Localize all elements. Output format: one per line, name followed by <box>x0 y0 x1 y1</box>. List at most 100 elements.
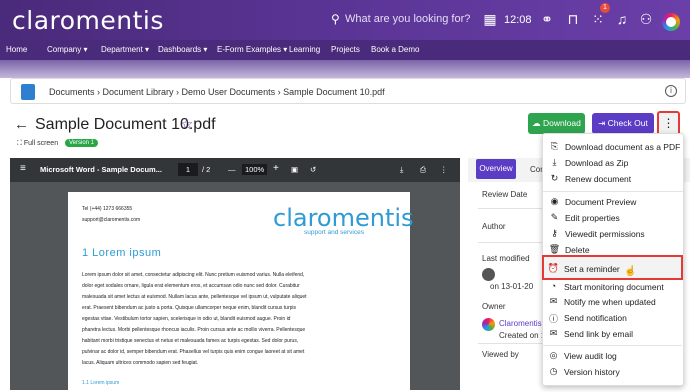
page-line: dolor eget sodales ornare, ligula erat e… <box>82 283 300 289</box>
page-heading: 1 Lorem ipsum <box>82 247 162 259</box>
search-box[interactable]: ⚲ What are you looking for? <box>331 12 471 26</box>
breadcrumb-card: Documents › Document Library › Demo User… <box>10 78 686 104</box>
menu-notify-updated[interactable]: ✉ Notify me when updated <box>547 296 679 309</box>
page-subheading: 1.1 Lorem ipsum <box>82 380 120 386</box>
author-label: Author <box>482 222 506 231</box>
viewer-more-icon[interactable]: ⋮ <box>440 165 448 174</box>
fit-page-icon[interactable]: ▣ <box>291 165 298 174</box>
menu-label: Notify me when updated <box>564 297 656 307</box>
pdf-icon: ⎘ <box>550 141 559 151</box>
star-icon[interactable]: ☆ <box>180 115 193 133</box>
pdf-viewer[interactable]: ≡ Microsoft Word - Sample Docum... 1 / 2… <box>10 158 460 392</box>
history-icon: ◷ <box>549 366 558 376</box>
breadcrumb[interactable]: Documents › Document Library › Demo User… <box>49 87 385 97</box>
email-icon: ✉ <box>549 328 558 338</box>
divider <box>478 242 548 243</box>
nav-company[interactable]: Company ▾ <box>47 45 87 54</box>
page-number-input[interactable]: 1 <box>178 163 198 176</box>
menu-divider <box>543 191 683 192</box>
page-line: pulvinar ac dolor id, semper bibendum er… <box>82 349 305 355</box>
link-icon[interactable]: ⚭ <box>537 10 557 28</box>
nav-home[interactable]: Home <box>6 45 27 54</box>
envelope-icon: ✉ <box>549 296 558 306</box>
download-button[interactable]: ☁ Download <box>528 113 585 134</box>
menu-label: Document Preview <box>565 197 637 207</box>
page-line: Lorem ipsum dolor sit amet, consectetur … <box>82 272 305 278</box>
menu-label: View audit log <box>564 351 617 361</box>
menu-edit-properties[interactable]: ✎ Edit properties <box>548 212 680 225</box>
clock-time: 12:08 <box>504 14 532 26</box>
bell-icon[interactable]: ♫ <box>612 10 632 28</box>
menu-download-pdf[interactable]: ⎘ Download document as a PDF <box>548 141 680 154</box>
notification-badge: 1 <box>600 3 610 13</box>
menu-label: Edit properties <box>565 213 620 223</box>
menu-label: Set a reminder <box>564 264 620 274</box>
trash-icon: 🗑 <box>548 244 561 254</box>
zip-download-icon: ⤓ <box>552 157 557 167</box>
menu-set-reminder[interactable]: ⏰ Set a reminder <box>547 263 679 276</box>
owner-created: Created on 1: <box>499 331 548 340</box>
menu-divider <box>542 345 682 346</box>
info-icon[interactable]: i <box>665 85 677 97</box>
full-screen-label: Full screen <box>23 140 59 147</box>
menu-view-edit-permissions[interactable]: ⚷ Viewedit permissions <box>548 228 680 241</box>
search-placeholder: What are you looking for? <box>345 13 471 25</box>
nav-eform-examples[interactable]: E-Form Examples ▾ <box>217 45 287 54</box>
nav-department[interactable]: Department ▾ <box>101 45 149 54</box>
hamburger-menu-icon[interactable]: ≡ <box>20 163 26 174</box>
page-email: support@claromentis.com <box>82 217 141 223</box>
back-arrow-icon[interactable]: ← <box>14 116 29 133</box>
rotate-icon[interactable]: ↺ <box>310 165 316 174</box>
print-icon[interactable]: ⎙ <box>420 165 426 175</box>
menu-label: Download document as a PDF <box>565 142 681 152</box>
bookmark-icon[interactable]: ⊓ <box>563 10 583 28</box>
zoom-out-icon[interactable]: — <box>228 165 236 174</box>
zoom-level[interactable]: 100% <box>242 164 268 175</box>
renew-icon: ↻ <box>550 173 559 183</box>
users-icon[interactable]: ⚇ <box>636 10 656 28</box>
tab-overview[interactable]: Overview <box>476 159 516 179</box>
audit-icon: ◎ <box>549 350 558 360</box>
menu-label: Send link by email <box>564 329 633 339</box>
full-screen-link[interactable]: ⛶ Full screen <box>17 140 58 148</box>
page-line: lacus. Aliquam ultrices commodo sapien s… <box>82 360 199 366</box>
app-logo-text[interactable]: claromentis <box>12 6 164 35</box>
version-badge: Version 1 <box>65 139 99 147</box>
menu-view-audit-log[interactable]: ◎ View audit log <box>547 350 679 363</box>
menu-start-monitoring[interactable]: ◔ Start monitoring document <box>547 281 679 294</box>
download-icon[interactable]: ⤓ <box>400 165 403 175</box>
menu-download-zip[interactable]: ⤓ Download as Zip <box>548 157 680 170</box>
page-line: egestas vitae. Vestibulum tortor sapien,… <box>82 316 291 322</box>
nav-dashboards[interactable]: Dashboards ▾ <box>158 45 207 54</box>
nav-projects[interactable]: Projects <box>331 45 360 54</box>
calendar-icon[interactable]: ▦ <box>480 10 500 28</box>
check-out-label: Check Out <box>607 118 648 128</box>
menu-label: Viewedit permissions <box>565 229 645 239</box>
pdf-filename: Microsoft Word - Sample Docum... <box>40 165 162 174</box>
divider <box>478 343 548 344</box>
check-out-button[interactable]: ⇥ Check Out <box>592 113 654 134</box>
notification-icon: ⓘ <box>548 314 558 324</box>
menu-document-preview[interactable]: ◉ Document Preview <box>548 196 680 209</box>
menu-label: Download as Zip <box>565 158 629 168</box>
header-banner <box>0 60 690 78</box>
nav-book-demo[interactable]: Book a Demo <box>371 45 419 54</box>
download-cloud-icon: ☁ <box>532 118 544 128</box>
pdf-toolbar: ≡ Microsoft Word - Sample Docum... 1 / 2… <box>10 158 460 182</box>
menu-version-history[interactable]: ◷ Version history <box>547 366 679 379</box>
alarm-clock-icon: ⏰ <box>547 263 560 273</box>
menu-send-link-email[interactable]: ✉ Send link by email <box>547 328 679 341</box>
zoom-in-icon[interactable]: + <box>273 163 279 174</box>
menu-send-notification[interactable]: ⓘ Send notification <box>547 312 679 325</box>
nav-learning[interactable]: Learning <box>289 45 320 54</box>
menu-renew-document[interactable]: ↻ Renew document <box>548 173 680 186</box>
pdf-page: Tel (+44) 1273 666355 support@claromenti… <box>68 192 414 392</box>
page-line: erat. Praesent bibendum ac justo a porta… <box>82 305 297 311</box>
page-line: habitant morbi tristique senectus et net… <box>82 338 299 344</box>
owner-label: Owner <box>482 302 506 311</box>
claromentis-logo-icon[interactable] <box>662 13 680 31</box>
edit-icon: ✎ <box>550 212 559 222</box>
menu-label: Delete <box>565 245 590 255</box>
tab-comments[interactable]: Cor <box>530 165 543 174</box>
checkout-icon: ⇥ <box>598 118 608 128</box>
